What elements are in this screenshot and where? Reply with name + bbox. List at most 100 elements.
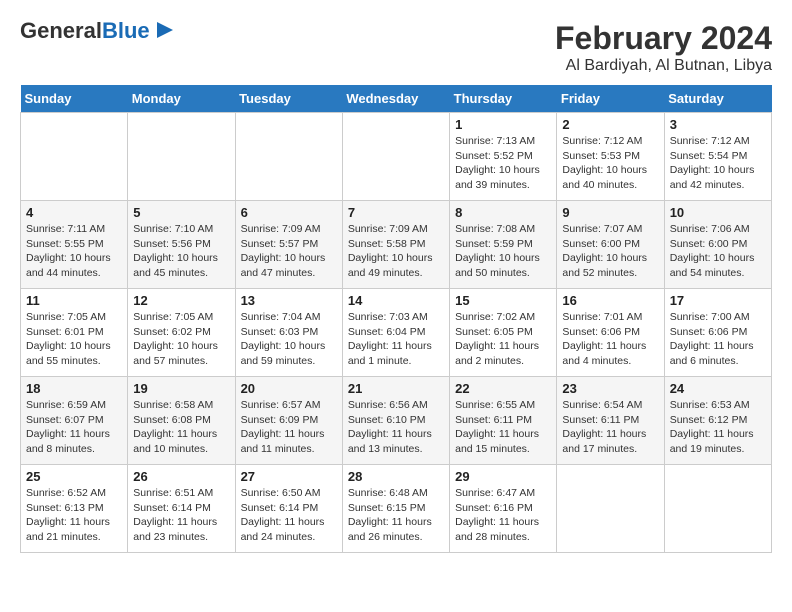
- day-number: 9: [562, 205, 658, 220]
- day-number: 20: [241, 381, 337, 396]
- day-info: Sunrise: 6:51 AM Sunset: 6:14 PM Dayligh…: [133, 486, 229, 545]
- header-friday: Friday: [557, 85, 664, 113]
- day-number: 6: [241, 205, 337, 220]
- calendar-cell: [128, 113, 235, 201]
- page-header: General Blue February 2024 Al Bardiyah, …: [20, 20, 772, 75]
- day-number: 14: [348, 293, 444, 308]
- day-number: 11: [26, 293, 122, 308]
- calendar-cell: 4Sunrise: 7:11 AM Sunset: 5:55 PM Daylig…: [21, 201, 128, 289]
- day-number: 12: [133, 293, 229, 308]
- title-block: February 2024 Al Bardiyah, Al Butnan, Li…: [555, 20, 772, 75]
- calendar-cell: 12 Sunrise: 7:05 AM Sunset: 6:02 PM Dayli…: [128, 289, 235, 377]
- calendar-body: 1Sunrise: 7:13 AM Sunset: 5:52 PM Daylig…: [21, 113, 772, 553]
- day-info: Sunrise: 7:13 AM Sunset: 5:52 PM Dayligh…: [455, 134, 551, 193]
- calendar-week-3: 11Sunrise: 7:05 AM Sunset: 6:01 PM Dayli…: [21, 289, 772, 377]
- calendar-cell: 23 Sunrise: 6:54 AM Sunset: 6:11 PM Dayli…: [557, 377, 664, 465]
- calendar-cell: 7Sunrise: 7:09 AM Sunset: 5:58 PM Daylig…: [342, 201, 449, 289]
- logo-text-blue: Blue: [102, 20, 150, 42]
- day-info: Sunrise: 6:59 AM Sunset: 6:07 PM Dayligh…: [26, 398, 122, 457]
- calendar-cell: 3Sunrise: 7:12 AM Sunset: 5:54 PM Daylig…: [664, 113, 771, 201]
- calendar-cell: 17 Sunrise: 7:00 AM Sunset: 6:06 PM Dayli…: [664, 289, 771, 377]
- day-number: 5: [133, 205, 229, 220]
- day-info: Sunrise: 7:02 AM Sunset: 6:05 PM Dayligh…: [455, 310, 551, 369]
- day-info: Sunrise: 7:12 AM Sunset: 5:53 PM Dayligh…: [562, 134, 658, 193]
- day-number: 18: [26, 381, 122, 396]
- day-number: 15: [455, 293, 551, 308]
- day-info: Sunrise: 6:55 AM Sunset: 6:11 PM Dayligh…: [455, 398, 551, 457]
- calendar-cell: 8Sunrise: 7:08 AM Sunset: 5:59 PM Daylig…: [450, 201, 557, 289]
- logo-text-general: General: [20, 20, 102, 42]
- day-info: Sunrise: 7:01 AM Sunset: 6:06 PM Dayligh…: [562, 310, 658, 369]
- calendar-cell: 29 Sunrise: 6:47 AM Sunset: 6:16 PM Dayli…: [450, 465, 557, 553]
- day-info: Sunrise: 7:03 AM Sunset: 6:04 PM Dayligh…: [348, 310, 444, 369]
- calendar-cell: 22 Sunrise: 6:55 AM Sunset: 6:11 PM Dayli…: [450, 377, 557, 465]
- day-number: 29: [455, 469, 551, 484]
- day-number: 25: [26, 469, 122, 484]
- day-info: Sunrise: 7:09 AM Sunset: 5:57 PM Dayligh…: [241, 222, 337, 281]
- calendar-table: Sunday Monday Tuesday Wednesday Thursday…: [20, 85, 772, 553]
- day-number: 2: [562, 117, 658, 132]
- calendar-week-2: 4Sunrise: 7:11 AM Sunset: 5:55 PM Daylig…: [21, 201, 772, 289]
- header-wednesday: Wednesday: [342, 85, 449, 113]
- calendar-title: February 2024: [555, 20, 772, 57]
- day-info: Sunrise: 7:10 AM Sunset: 5:56 PM Dayligh…: [133, 222, 229, 281]
- calendar-cell: 2 Sunrise: 7:12 AM Sunset: 5:53 PM Daylig…: [557, 113, 664, 201]
- header-row: Sunday Monday Tuesday Wednesday Thursday…: [21, 85, 772, 113]
- calendar-cell: 26 Sunrise: 6:51 AM Sunset: 6:14 PM Dayli…: [128, 465, 235, 553]
- day-info: Sunrise: 6:53 AM Sunset: 6:12 PM Dayligh…: [670, 398, 766, 457]
- day-info: Sunrise: 7:00 AM Sunset: 6:06 PM Dayligh…: [670, 310, 766, 369]
- day-info: Sunrise: 7:05 AM Sunset: 6:02 PM Dayligh…: [133, 310, 229, 369]
- day-number: 21: [348, 381, 444, 396]
- calendar-cell: 13 Sunrise: 7:04 AM Sunset: 6:03 PM Dayli…: [235, 289, 342, 377]
- day-info: Sunrise: 7:09 AM Sunset: 5:58 PM Dayligh…: [348, 222, 444, 281]
- header-tuesday: Tuesday: [235, 85, 342, 113]
- calendar-cell: 20 Sunrise: 6:57 AM Sunset: 6:09 PM Dayli…: [235, 377, 342, 465]
- day-number: 19: [133, 381, 229, 396]
- day-number: 26: [133, 469, 229, 484]
- header-thursday: Thursday: [450, 85, 557, 113]
- day-info: Sunrise: 6:54 AM Sunset: 6:11 PM Dayligh…: [562, 398, 658, 457]
- header-saturday: Saturday: [664, 85, 771, 113]
- calendar-cell: 21 Sunrise: 6:56 AM Sunset: 6:10 PM Dayli…: [342, 377, 449, 465]
- header-sunday: Sunday: [21, 85, 128, 113]
- calendar-cell: 11Sunrise: 7:05 AM Sunset: 6:01 PM Dayli…: [21, 289, 128, 377]
- calendar-cell: [21, 113, 128, 201]
- calendar-week-1: 1Sunrise: 7:13 AM Sunset: 5:52 PM Daylig…: [21, 113, 772, 201]
- day-info: Sunrise: 7:04 AM Sunset: 6:03 PM Dayligh…: [241, 310, 337, 369]
- day-info: Sunrise: 7:06 AM Sunset: 6:00 PM Dayligh…: [670, 222, 766, 281]
- day-info: Sunrise: 6:57 AM Sunset: 6:09 PM Dayligh…: [241, 398, 337, 457]
- calendar-cell: 14 Sunrise: 7:03 AM Sunset: 6:04 PM Dayli…: [342, 289, 449, 377]
- day-info: Sunrise: 6:47 AM Sunset: 6:16 PM Dayligh…: [455, 486, 551, 545]
- calendar-cell: 16Sunrise: 7:01 AM Sunset: 6:06 PM Dayli…: [557, 289, 664, 377]
- logo-arrow-icon: [153, 19, 175, 41]
- calendar-cell: 24Sunrise: 6:53 AM Sunset: 6:12 PM Dayli…: [664, 377, 771, 465]
- day-number: 3: [670, 117, 766, 132]
- day-number: 28: [348, 469, 444, 484]
- day-info: Sunrise: 7:11 AM Sunset: 5:55 PM Dayligh…: [26, 222, 122, 281]
- calendar-cell: 6 Sunrise: 7:09 AM Sunset: 5:57 PM Daylig…: [235, 201, 342, 289]
- calendar-cell: [664, 465, 771, 553]
- calendar-header: Sunday Monday Tuesday Wednesday Thursday…: [21, 85, 772, 113]
- day-number: 23: [562, 381, 658, 396]
- calendar-cell: 10 Sunrise: 7:06 AM Sunset: 6:00 PM Dayli…: [664, 201, 771, 289]
- day-number: 10: [670, 205, 766, 220]
- header-monday: Monday: [128, 85, 235, 113]
- day-number: 22: [455, 381, 551, 396]
- day-number: 17: [670, 293, 766, 308]
- calendar-week-5: 25Sunrise: 6:52 AM Sunset: 6:13 PM Dayli…: [21, 465, 772, 553]
- calendar-subtitle: Al Bardiyah, Al Butnan, Libya: [555, 57, 772, 75]
- day-info: Sunrise: 6:56 AM Sunset: 6:10 PM Dayligh…: [348, 398, 444, 457]
- day-info: Sunrise: 6:58 AM Sunset: 6:08 PM Dayligh…: [133, 398, 229, 457]
- logo: General Blue: [20, 20, 175, 42]
- calendar-cell: 28Sunrise: 6:48 AM Sunset: 6:15 PM Dayli…: [342, 465, 449, 553]
- calendar-cell: 27Sunrise: 6:50 AM Sunset: 6:14 PM Dayli…: [235, 465, 342, 553]
- day-number: 13: [241, 293, 337, 308]
- calendar-cell: 5 Sunrise: 7:10 AM Sunset: 5:56 PM Daylig…: [128, 201, 235, 289]
- day-info: Sunrise: 7:07 AM Sunset: 6:00 PM Dayligh…: [562, 222, 658, 281]
- calendar-cell: [557, 465, 664, 553]
- day-number: 8: [455, 205, 551, 220]
- calendar-cell: 9 Sunrise: 7:07 AM Sunset: 6:00 PM Daylig…: [557, 201, 664, 289]
- calendar-cell: 19 Sunrise: 6:58 AM Sunset: 6:08 PM Dayli…: [128, 377, 235, 465]
- calendar-cell: 1Sunrise: 7:13 AM Sunset: 5:52 PM Daylig…: [450, 113, 557, 201]
- calendar-cell: 18 Sunrise: 6:59 AM Sunset: 6:07 PM Dayli…: [21, 377, 128, 465]
